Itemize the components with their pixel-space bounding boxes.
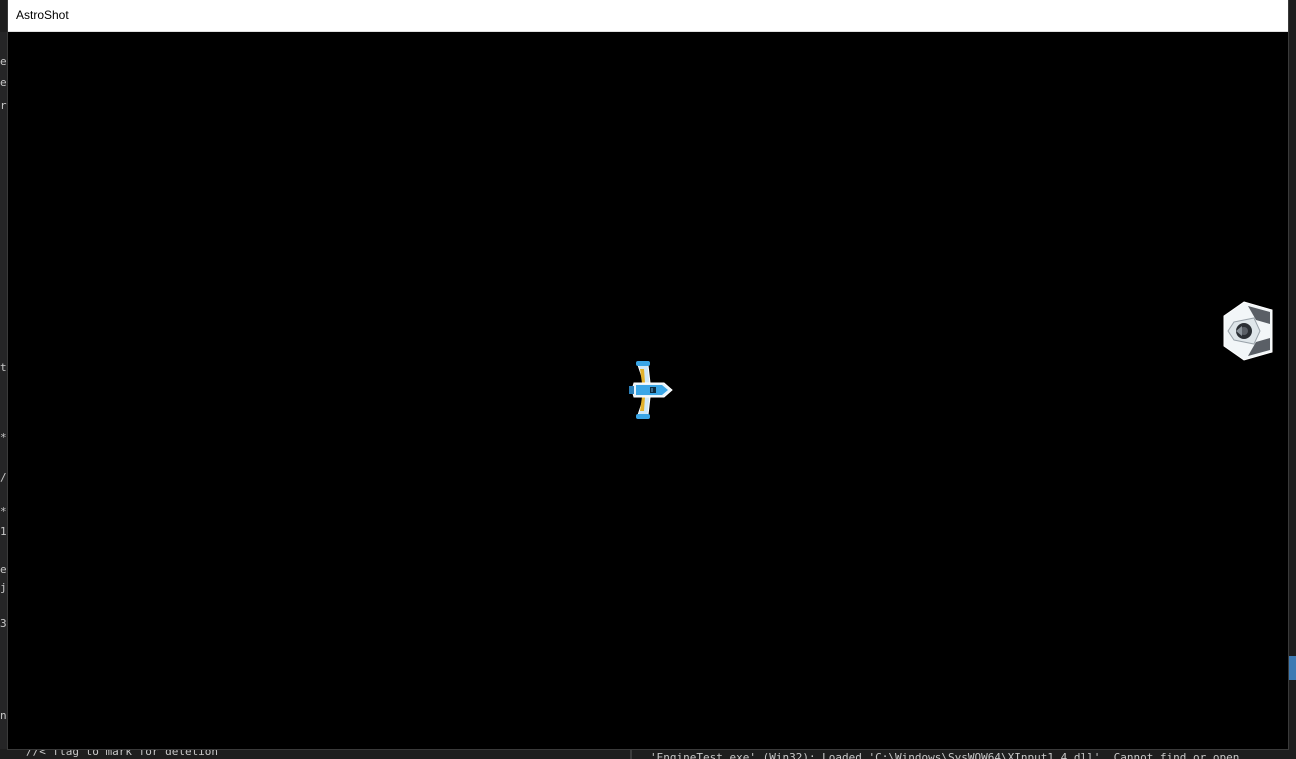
window-titlebar[interactable]: AstroShot (8, 0, 1288, 32)
enemy-ship-icon (1223, 301, 1273, 361)
code-fragment: 3 (0, 618, 7, 630)
code-fragment: nl (0, 710, 8, 722)
code-fragment: re (0, 100, 8, 112)
game-viewport[interactable] (8, 32, 1288, 749)
code-fragment: e (0, 77, 7, 89)
code-fragment: 1 (0, 526, 7, 538)
background-output-panel: //< flag to mark for deletion 'EngineTes… (0, 749, 1296, 759)
background-output-line: 'EngineTest.exe' (Win32): Loaded 'C:\Win… (650, 751, 1240, 759)
window-title: AstroShot (16, 8, 69, 22)
code-fragment: / (0, 472, 7, 484)
background-scrollbar (1288, 32, 1296, 759)
background-code-gutter: e e re t: * / * 1 ey j 3 nl (0, 32, 8, 759)
player-ship-icon (629, 361, 673, 419)
game-window: AstroShot (8, 0, 1288, 749)
code-fragment: * (0, 432, 7, 444)
code-fragment: * (0, 506, 7, 518)
code-fragment: ey (0, 564, 8, 576)
code-fragment: j (0, 582, 7, 594)
background-code-line: //< flag to mark for deletion (26, 749, 219, 758)
background-divider (630, 749, 632, 759)
code-fragment: t: (0, 362, 8, 374)
background-scroll-thumb (1288, 656, 1296, 680)
code-fragment: e (0, 56, 7, 68)
